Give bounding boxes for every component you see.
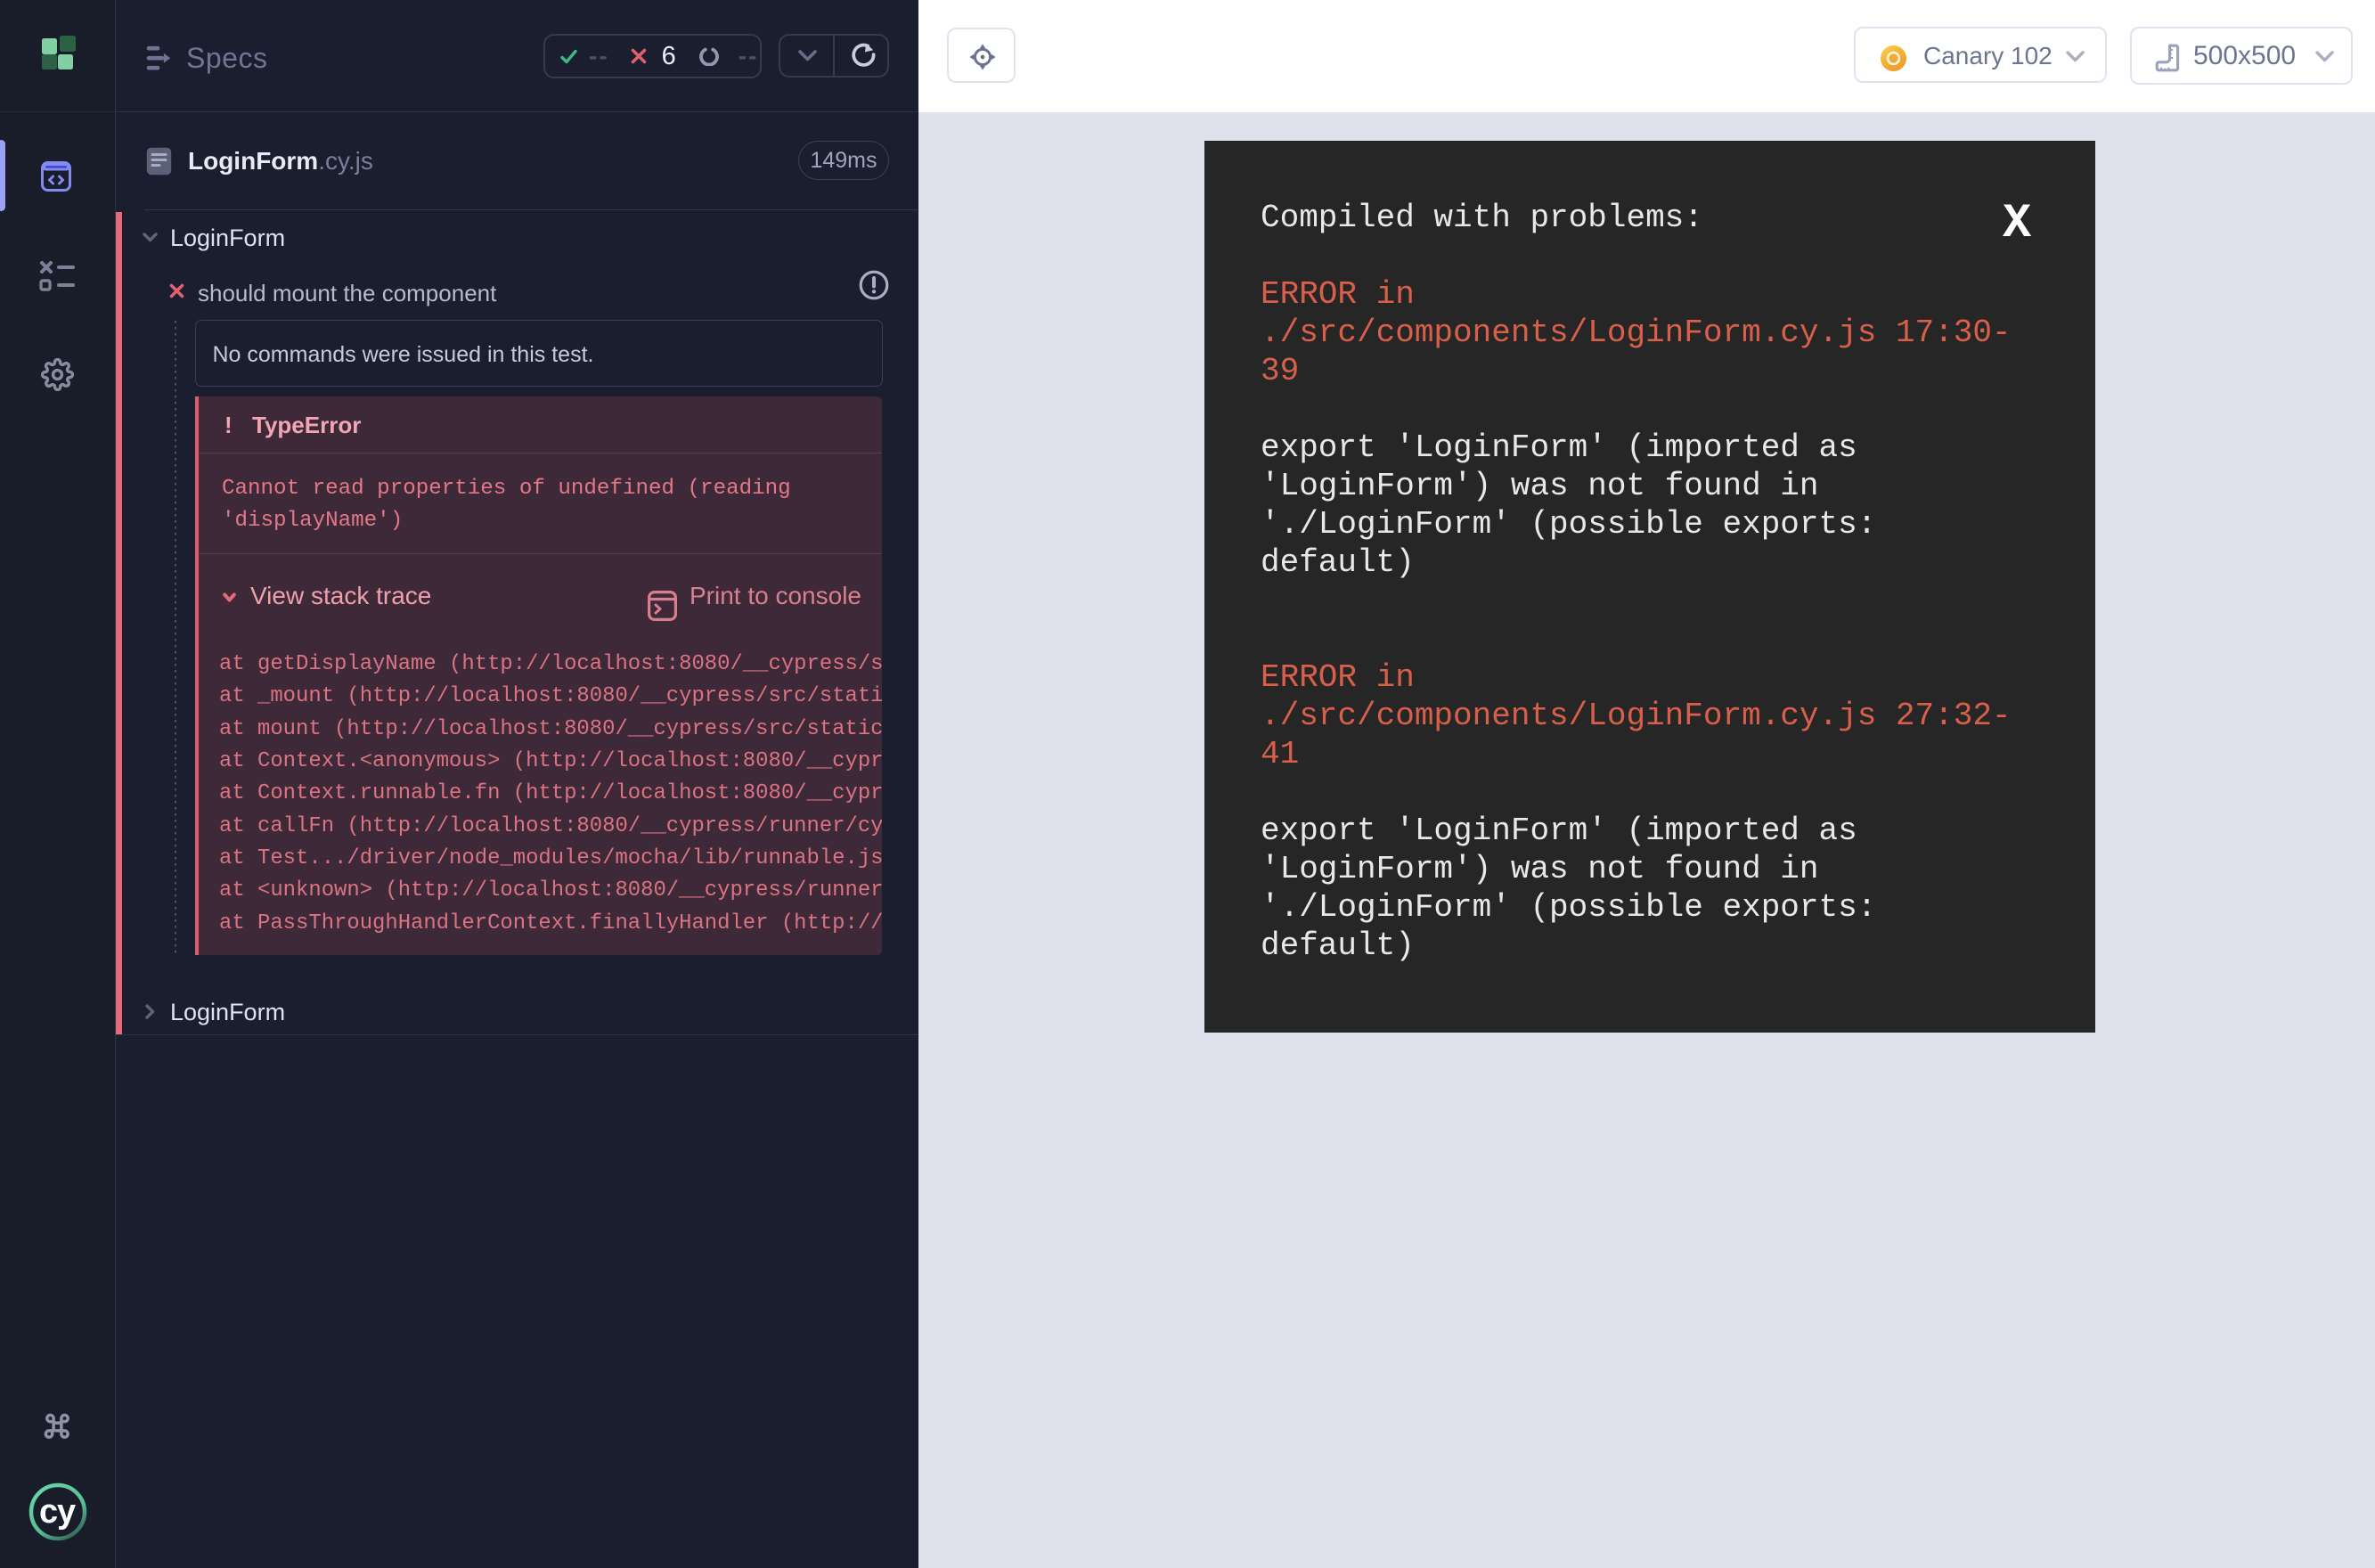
svg-text:y: y: [57, 1493, 76, 1531]
svg-text:c: c: [39, 1493, 58, 1531]
